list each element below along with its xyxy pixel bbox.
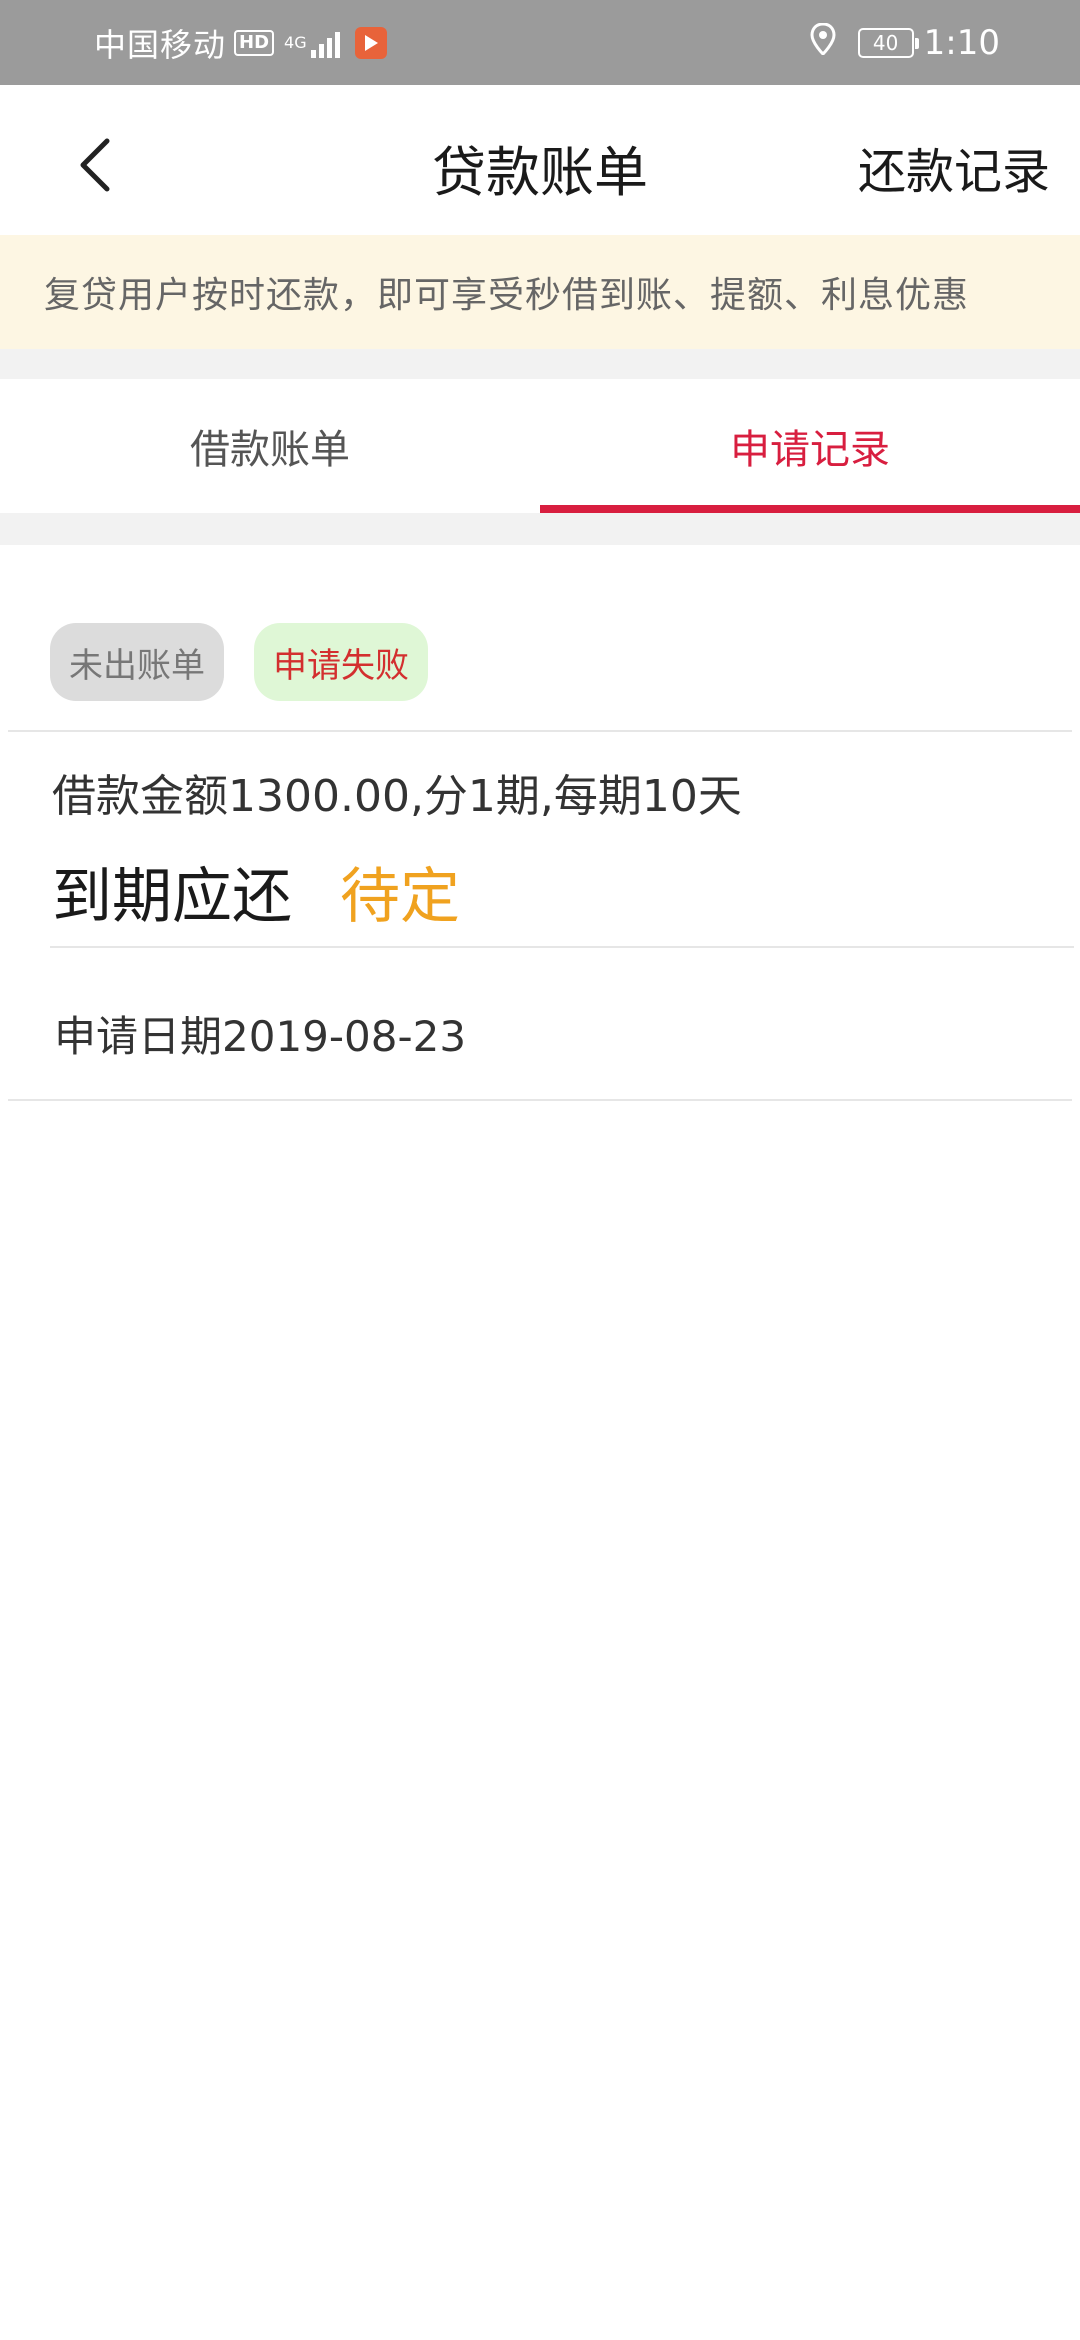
status-right: 40 1:10 <box>810 21 1000 63</box>
clock: 1:10 <box>923 22 1000 63</box>
notice-text: 复贷用户按时还款，即可享受秒借到账、提额、利息优惠 <box>44 275 970 316</box>
due-value: 待定 <box>340 862 460 932</box>
status-left: 中国移动 HD 4G <box>94 20 387 66</box>
section-gap <box>0 349 1080 379</box>
tab-loan-bills[interactable]: 借款账单 <box>0 379 540 513</box>
hd-icon: HD <box>234 29 275 56</box>
section-gap <box>0 513 1080 545</box>
due-row: 到期应还 待定 <box>52 848 460 935</box>
divider <box>8 730 1072 732</box>
divider <box>8 1099 1072 1101</box>
notice-banner: 复贷用户按时还款，即可享受秒借到账、提额、利息优惠 <box>0 235 1080 349</box>
record-badges: 未出账单 申请失败 <box>50 623 428 701</box>
tab-bar: 借款账单 申请记录 <box>0 379 1080 513</box>
app-header: 贷款账单 还款记录 <box>0 85 1080 235</box>
status-bar: 中国移动 HD 4G 40 1:10 <box>0 0 1080 85</box>
battery-icon: 40 <box>857 27 919 58</box>
network-type: 4G <box>284 32 307 52</box>
repayment-record-link[interactable]: 还款记录 <box>858 132 1050 202</box>
location-icon <box>810 21 836 63</box>
loan-info: 借款金额1300.00,分1期,每期10天 <box>52 771 742 822</box>
application-status-badge: 申请失败 <box>254 623 428 701</box>
signal-icon <box>310 28 343 58</box>
due-label: 到期应还 <box>52 862 292 932</box>
video-app-icon <box>354 26 387 59</box>
carrier-name: 中国移动 <box>94 25 227 64</box>
bill-status-badge: 未出账单 <box>50 623 224 701</box>
apply-date: 申请日期2019-08-23 <box>54 1012 467 1061</box>
divider <box>50 946 1074 948</box>
tab-application-records[interactable]: 申请记录 <box>540 379 1080 513</box>
